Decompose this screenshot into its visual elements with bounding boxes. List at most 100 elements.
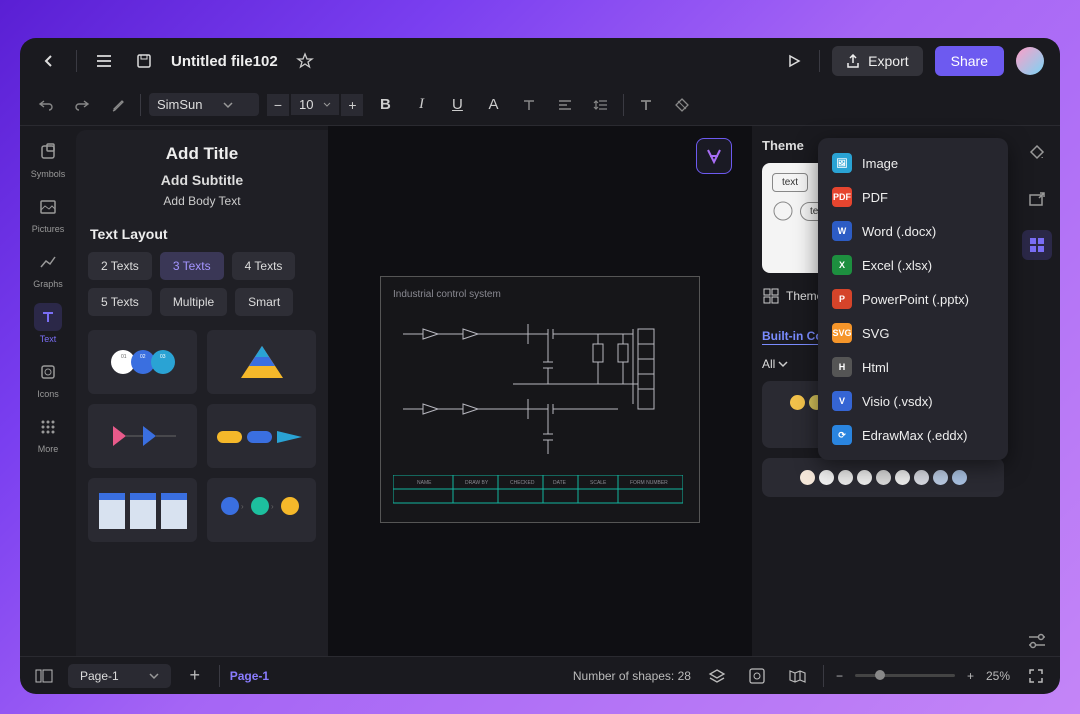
color-swatch[interactable] (895, 470, 910, 485)
redo-icon[interactable] (68, 91, 96, 119)
italic-button[interactable]: I (407, 91, 435, 119)
color-swatch[interactable] (790, 395, 805, 410)
save-icon[interactable] (131, 48, 157, 74)
export-menu-item[interactable]: VVisio (.vsdx) (818, 384, 1008, 418)
template-card[interactable]: 010203 (88, 330, 197, 394)
zoom-in-button[interactable]: + (967, 669, 974, 683)
font-size-select[interactable]: 10 (291, 94, 339, 115)
avatar[interactable] (1016, 47, 1044, 75)
template-card[interactable] (88, 478, 197, 542)
rr-theme-icon[interactable] (1022, 230, 1052, 260)
zoom-value[interactable]: 25% (986, 669, 1010, 683)
template-card[interactable] (207, 404, 316, 468)
rail-graphs[interactable]: Graphs (33, 248, 63, 289)
rr-export-icon[interactable] (1022, 184, 1052, 214)
chip-2texts[interactable]: 2 Texts (88, 252, 152, 280)
menu-icon[interactable] (91, 48, 117, 74)
menu-item-label: Excel (.xlsx) (862, 258, 932, 273)
template-card[interactable]: ›› (207, 478, 316, 542)
rail-symbols[interactable]: Symbols (31, 138, 66, 179)
share-button[interactable]: Share (935, 46, 1004, 76)
export-menu-item[interactable]: WWord (.docx) (818, 214, 1008, 248)
page-layout-icon[interactable] (30, 662, 58, 690)
color-swatch[interactable] (876, 470, 891, 485)
underline-button[interactable]: U (443, 91, 471, 119)
color-swatch[interactable] (838, 470, 853, 485)
add-title-button[interactable]: Add Title (88, 144, 316, 164)
text-style-button[interactable] (515, 91, 543, 119)
chip-smart[interactable]: Smart (235, 288, 293, 316)
canvas[interactable]: Industrial control system NAME D (328, 126, 752, 656)
export-menu-item[interactable]: PPowerPoint (.pptx) (818, 282, 1008, 316)
palette-light[interactable] (762, 458, 1004, 497)
chip-multiple[interactable]: Multiple (160, 288, 227, 316)
file-type-icon: SVG (832, 323, 852, 343)
svg-text:›: › (271, 502, 274, 511)
color-swatch[interactable] (857, 470, 872, 485)
map-icon[interactable] (783, 662, 811, 690)
graphs-icon (34, 248, 62, 276)
shape-tool-button[interactable] (668, 91, 696, 119)
export-menu-item[interactable]: 🖼Image (818, 146, 1008, 180)
undo-icon[interactable] (32, 91, 60, 119)
font-name: SimSun (157, 97, 203, 112)
line-spacing-button[interactable] (587, 91, 615, 119)
export-button[interactable]: Export (832, 46, 922, 76)
rr-fill-icon[interactable] (1022, 138, 1052, 168)
add-body-button[interactable]: Add Body Text (88, 194, 316, 208)
color-swatch[interactable] (952, 470, 967, 485)
chevron-down-icon (223, 101, 233, 109)
template-card[interactable] (207, 330, 316, 394)
svg-text:DRAW BY: DRAW BY (465, 480, 489, 486)
page-select[interactable]: Page-1 (68, 664, 171, 688)
decrease-size-button[interactable]: − (267, 94, 289, 116)
zoom-out-button[interactable]: − (836, 669, 843, 683)
export-menu-item[interactable]: XExcel (.xlsx) (818, 248, 1008, 282)
font-color-button[interactable]: A (479, 91, 507, 119)
fullscreen-icon[interactable] (1022, 662, 1050, 690)
file-title[interactable]: Untitled file102 (171, 53, 278, 70)
increase-size-button[interactable]: + (341, 94, 363, 116)
page-sel-label: Page-1 (80, 669, 119, 683)
template-card[interactable] (88, 404, 197, 468)
symbols-icon (34, 138, 62, 166)
export-menu-item[interactable]: SVGSVG (818, 316, 1008, 350)
file-type-icon: PDF (832, 187, 852, 207)
font-select[interactable]: SimSun (149, 93, 259, 116)
page-tab[interactable]: Page-1 (230, 669, 269, 683)
chip-3texts[interactable]: 3 Texts (160, 252, 224, 280)
add-subtitle-button[interactable]: Add Subtitle (88, 172, 316, 188)
color-swatch[interactable] (819, 470, 834, 485)
export-menu-item[interactable]: PDF PDF (818, 180, 1008, 214)
star-icon[interactable] (292, 48, 318, 74)
color-swatch[interactable] (914, 470, 929, 485)
align-button[interactable] (551, 91, 579, 119)
rail-pictures[interactable]: Pictures (32, 193, 65, 234)
play-icon[interactable] (781, 48, 807, 74)
color-swatch[interactable] (800, 470, 815, 485)
menu-item-label: PDF (862, 190, 888, 205)
export-menu-item[interactable]: ⟳EdrawMax (.eddx) (818, 418, 1008, 452)
document[interactable]: Industrial control system NAME D (380, 276, 700, 523)
rail-icons[interactable]: Icons (34, 358, 62, 399)
rail-text[interactable]: Text (34, 303, 62, 344)
ai-button[interactable] (696, 138, 732, 174)
svg-text:02: 02 (140, 354, 146, 360)
color-swatch[interactable] (933, 470, 948, 485)
layers-icon[interactable] (703, 662, 731, 690)
focus-icon[interactable] (743, 662, 771, 690)
zoom-handle[interactable] (875, 670, 885, 680)
bold-button[interactable]: B (371, 91, 399, 119)
add-page-button[interactable]: + (181, 662, 209, 690)
chevron-down-icon (149, 672, 159, 680)
chip-5texts[interactable]: 5 Texts (88, 288, 152, 316)
chip-4texts[interactable]: 4 Texts (232, 252, 296, 280)
export-menu-item[interactable]: HHtml (818, 350, 1008, 384)
zoom-slider[interactable] (855, 674, 955, 677)
back-button[interactable] (36, 48, 62, 74)
titlebar-right: Export Share (781, 46, 1044, 76)
rr-settings-icon[interactable] (1022, 626, 1052, 656)
brush-icon[interactable] (104, 91, 132, 119)
rail-more[interactable]: More (34, 413, 62, 454)
text-tool-button[interactable] (632, 91, 660, 119)
